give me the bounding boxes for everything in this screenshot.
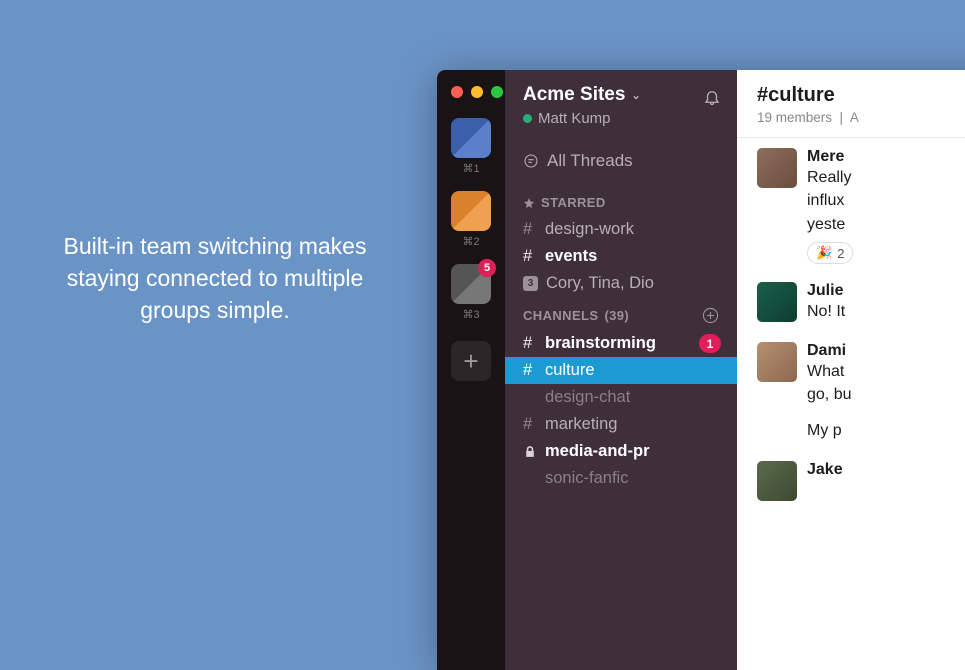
- channels-count: (39): [604, 308, 629, 323]
- sidebar-channel-culture[interactable]: # culture: [505, 357, 737, 384]
- channel-name: design-chat: [545, 388, 630, 407]
- avatar[interactable]: [757, 342, 797, 382]
- avatar[interactable]: [757, 461, 797, 501]
- channel-name: events: [545, 247, 597, 266]
- channel-name: culture: [545, 361, 595, 380]
- mention-badge: 1: [699, 334, 721, 353]
- star-icon: [523, 197, 535, 209]
- hash-icon: #: [523, 415, 537, 434]
- channel-name: sonic-fanfic: [545, 469, 628, 488]
- member-count: 19 members: [757, 110, 832, 125]
- lock-icon: [523, 445, 537, 458]
- current-user-name: Matt Kump: [538, 110, 611, 127]
- hash-icon: #: [523, 334, 537, 353]
- channel-sidebar: Acme Sites ⌄ Matt Kump All Threads ST: [505, 70, 737, 670]
- team-switcher-rail: ⌘1 ⌘2 5 ⌘3 +: [437, 70, 505, 670]
- message-text: My p: [807, 420, 965, 442]
- team-switcher-item-3[interactable]: 5 ⌘3: [451, 264, 491, 331]
- add-channel-button[interactable]: [702, 307, 719, 324]
- channel-meta: 19 members | A: [757, 110, 965, 125]
- channel-name: brainstorming: [545, 334, 656, 353]
- message-item: Julie No! It: [757, 282, 965, 323]
- team-shortcut-label: ⌘2: [462, 235, 479, 248]
- sidebar-channel-events[interactable]: # events: [505, 243, 737, 270]
- hash-icon: #: [523, 361, 537, 380]
- message-item: Mere Really influx yeste 🎉 2: [757, 148, 965, 264]
- sidebar-channel-design-work[interactable]: # design-work: [505, 216, 737, 243]
- reaction-count: 2: [837, 246, 844, 261]
- team-name: Acme Sites ⌄: [523, 84, 641, 106]
- app-window: ⌘1 ⌘2 5 ⌘3 + Acme Sites ⌄ Matt Kump: [437, 70, 965, 670]
- team-shortcut-label: ⌘3: [462, 308, 479, 321]
- all-threads-label: All Threads: [547, 151, 633, 171]
- channel-title: #culture: [757, 84, 965, 107]
- message-text: No! It: [807, 301, 965, 323]
- starred-label: STARRED: [541, 195, 606, 210]
- team-name-text: Acme Sites: [523, 84, 625, 106]
- threads-icon: [523, 153, 539, 169]
- meta-separator: |: [840, 110, 844, 125]
- channel-name: media-and-pr: [545, 442, 650, 461]
- dm-names: Cory, Tina, Dio: [546, 274, 654, 293]
- sidebar-channel-brainstorming[interactable]: # brainstorming 1: [505, 330, 737, 357]
- marketing-text: Built-in team switching makes staying co…: [50, 230, 380, 327]
- message-item: Dami What go, bu My p: [757, 342, 965, 443]
- sidebar-channel-sonic-fanfic[interactable]: # sonic-fanfic: [505, 465, 737, 492]
- message-author[interactable]: Mere: [807, 148, 965, 166]
- message-pane: #culture 19 members | A Mere Really infl…: [737, 70, 965, 670]
- team-switcher-item-1[interactable]: ⌘1: [451, 118, 491, 185]
- message-text: Really: [807, 167, 965, 189]
- channel-name: design-work: [545, 220, 634, 239]
- message-author[interactable]: Julie: [807, 282, 965, 300]
- notifications-bell-icon[interactable]: [703, 88, 721, 106]
- channels-label: CHANNELS: [523, 308, 598, 323]
- user-presence: Matt Kump: [523, 110, 641, 127]
- close-window-button[interactable]: [451, 86, 463, 98]
- plus-icon: +: [463, 346, 478, 377]
- message-text: influx: [807, 190, 965, 212]
- sidebar-channel-marketing[interactable]: # marketing: [505, 411, 737, 438]
- channel-name: marketing: [545, 415, 617, 434]
- hash-icon: #: [523, 220, 537, 239]
- channel-header: #culture 19 members | A: [737, 70, 965, 138]
- reaction-emoji: 🎉: [816, 245, 832, 261]
- reaction-button[interactable]: 🎉 2: [807, 242, 853, 264]
- message-item: Jake: [757, 461, 965, 501]
- team-shortcut-label: ⌘1: [462, 162, 479, 175]
- hash-icon: #: [523, 247, 537, 266]
- message-author[interactable]: Dami: [807, 342, 965, 360]
- window-controls: [451, 86, 503, 98]
- team-icon: [451, 118, 491, 158]
- minimize-window-button[interactable]: [471, 86, 483, 98]
- avatar[interactable]: [757, 282, 797, 322]
- dm-member-count-icon: 3: [523, 276, 538, 291]
- message-text: go, bu: [807, 384, 965, 406]
- starred-section-header: STARRED: [505, 185, 737, 216]
- team-icon: [451, 191, 491, 231]
- avatar[interactable]: [757, 148, 797, 188]
- all-threads-link[interactable]: All Threads: [505, 143, 737, 185]
- message-text: What: [807, 361, 965, 383]
- presence-dot-icon: [523, 114, 532, 123]
- sidebar-dm-group[interactable]: 3 Cory, Tina, Dio: [505, 270, 737, 297]
- team-switcher-item-2[interactable]: ⌘2: [451, 191, 491, 258]
- maximize-window-button[interactable]: [491, 86, 503, 98]
- sidebar-header[interactable]: Acme Sites ⌄ Matt Kump: [505, 84, 737, 143]
- sidebar-channel-media-and-pr[interactable]: media-and-pr: [505, 438, 737, 465]
- add-team-button[interactable]: +: [451, 341, 491, 381]
- notification-badge: 5: [478, 259, 496, 277]
- chevron-down-icon: ⌄: [631, 89, 640, 102]
- message-text: yeste: [807, 214, 965, 236]
- channels-section-header: CHANNELS (39): [505, 297, 737, 330]
- message-author[interactable]: Jake: [807, 461, 965, 479]
- sidebar-channel-design-chat[interactable]: # design-chat: [505, 384, 737, 411]
- meta-extra: A: [850, 110, 859, 125]
- messages-list: Mere Really influx yeste 🎉 2 Julie No! I…: [737, 138, 965, 501]
